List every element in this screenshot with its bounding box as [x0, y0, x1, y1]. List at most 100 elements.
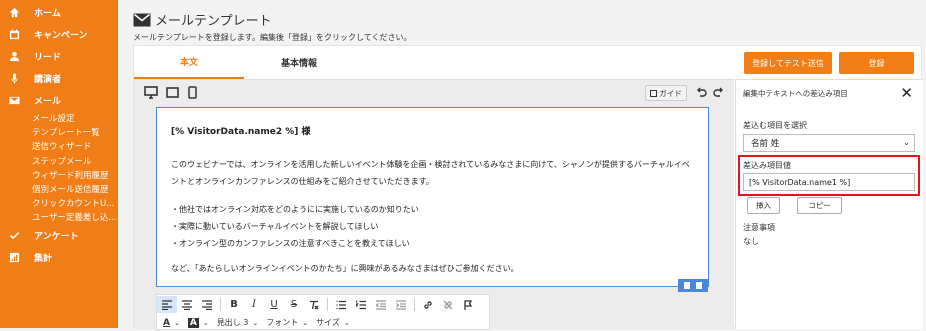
- mail-title-icon: [133, 13, 151, 26]
- undo-icon[interactable]: [694, 85, 708, 99]
- body-paragraph-line-1: このウェビナーでは、オンラインを活用した新しいイベント体験を企画・検討されている…: [171, 160, 690, 169]
- chart-icon: [8, 252, 20, 264]
- panel-title: 編集中テキストへの差込み項目: [743, 89, 848, 98]
- format-dropdown-row: A ⌄ A ⌄ 見出し 3 ⌄ フォント ⌄ サイズ ⌄: [157, 314, 350, 331]
- tablet-view-icon[interactable]: [165, 85, 179, 99]
- nav-survey-label: アンケート: [34, 232, 79, 242]
- notes-label: 注意事項: [743, 223, 775, 232]
- nav-home[interactable]: ホーム: [0, 1, 118, 23]
- chevron-down-icon: ⌄: [903, 138, 910, 147]
- guide-checkbox-icon: [650, 89, 658, 97]
- block-action-badge[interactable]: [678, 279, 708, 292]
- merge-value-field[interactable]: [% VisitorData.name1 %]: [743, 173, 915, 191]
- heading-dropdown[interactable]: 見出し 3 ⌄: [217, 317, 259, 328]
- page-title-text: メールテンプレート: [155, 14, 272, 29]
- toolbar-divider: [414, 298, 415, 311]
- chevron-down-icon: ⌄: [252, 318, 259, 327]
- bold-icon[interactable]: B: [224, 296, 244, 313]
- salutation-text: [% VisitorData.name2 %] 様: [171, 127, 311, 137]
- template-card: 本文 基本情報 登録してテスト送信 登録 ガイド [% VisitorData.…: [133, 45, 923, 330]
- nav-lead[interactable]: リード: [0, 45, 118, 67]
- mail-subnav: メール設定 テンプレート一覧 送信ウィザード ステップメール ウィザード利用履歴…: [0, 111, 118, 225]
- merge-field-select-value: 名前 姓: [751, 139, 780, 149]
- format-toolbar: B I U S A ⌄ A ⌄ 見出し 3 ⌄ フォント ⌄ サイズ ⌄: [156, 294, 490, 330]
- mic-icon: [8, 72, 20, 84]
- outdent-icon[interactable]: [371, 296, 391, 313]
- copy-block-icon[interactable]: [684, 282, 690, 289]
- select-field-label: 差込む項目を選択: [743, 121, 807, 130]
- merge-value-label: 差込み項目値: [743, 161, 791, 170]
- nav-report-label: 集計: [34, 254, 53, 264]
- mobile-view-icon[interactable]: [185, 85, 199, 99]
- delete-block-icon[interactable]: [696, 282, 702, 289]
- nav-lead-label: リード: [34, 52, 62, 63]
- anchor-flag-icon[interactable]: [458, 296, 478, 313]
- subnav-individual-history[interactable]: 個別メール送信履歴: [32, 182, 118, 196]
- chevron-down-icon: ⌄: [302, 318, 309, 327]
- guide-label: ガイド: [659, 88, 682, 98]
- background-color-dropdown[interactable]: A ⌄: [187, 317, 209, 328]
- toolbar-divider: [220, 298, 221, 311]
- merge-field-panel: 編集中テキストへの差込み項目 ✕ 差込む項目を選択 名前 姓 ⌄ 差込み項目値 …: [735, 79, 923, 329]
- numbered-list-icon[interactable]: [351, 296, 371, 313]
- bulleted-list-icon[interactable]: [331, 296, 351, 313]
- subnav-user-defined[interactable]: ユーザー定義差し込...: [32, 210, 118, 224]
- tab-bar: 本文 基本情報: [134, 46, 354, 79]
- calendar-icon: [8, 28, 20, 40]
- nav-speaker-label: 講演者: [34, 74, 62, 85]
- link-icon[interactable]: [418, 296, 438, 313]
- nav-report[interactable]: 集計: [0, 247, 118, 269]
- font-dropdown[interactable]: フォント ⌄: [266, 317, 308, 328]
- nav-campaign[interactable]: キャンペーン: [0, 23, 118, 45]
- person-icon: [8, 50, 20, 62]
- align-right-icon[interactable]: [197, 296, 217, 313]
- heading-dropdown-label: 見出し 3: [216, 318, 249, 327]
- nav-mail[interactable]: メール: [0, 89, 118, 111]
- guide-button[interactable]: ガイド: [645, 85, 687, 101]
- subnav-send-wizard[interactable]: 送信ウィザード: [32, 139, 118, 153]
- align-center-icon[interactable]: [177, 296, 197, 313]
- subnav-template-list[interactable]: テンプレート一覧: [32, 125, 118, 139]
- insert-button[interactable]: 挿入: [747, 197, 780, 214]
- editor-area: ガイド [% VisitorData.name2 %] 様 このウェビナーでは、…: [134, 79, 734, 330]
- register-and-test-send-button[interactable]: 登録してテスト送信: [744, 52, 832, 74]
- background-color-icon: A: [187, 317, 199, 328]
- underline-icon[interactable]: U: [264, 296, 284, 313]
- nav-speaker[interactable]: 講演者: [0, 67, 118, 89]
- merge-field-select[interactable]: 名前 姓 ⌄: [743, 134, 915, 152]
- tab-body[interactable]: 本文: [134, 46, 244, 79]
- subnav-step-mail[interactable]: ステップメール: [32, 154, 118, 168]
- page-title: メールテンプレート: [133, 10, 411, 29]
- redo-icon[interactable]: [712, 85, 726, 99]
- subnav-click-count[interactable]: クリックカウントU...: [32, 196, 118, 210]
- clear-format-icon[interactable]: [304, 296, 324, 313]
- chevron-down-icon: ⌄: [173, 318, 180, 327]
- copy-button[interactable]: コピー: [797, 197, 842, 214]
- body-paragraph-line-2: ントとオンラインカンファレンスの仕組みをご紹介させていただきます。: [171, 177, 434, 186]
- text-color-dropdown[interactable]: A ⌄: [163, 318, 180, 328]
- subnav-wizard-history[interactable]: ウィザード利用履歴: [32, 168, 118, 182]
- indent-icon[interactable]: [391, 296, 411, 313]
- register-button[interactable]: 登録: [839, 52, 914, 74]
- toolbar-divider: [327, 298, 328, 311]
- size-dropdown[interactable]: サイズ ⌄: [316, 317, 350, 328]
- tab-basic-info[interactable]: 基本情報: [244, 46, 354, 79]
- nav-survey[interactable]: アンケート: [0, 225, 118, 247]
- close-icon[interactable]: ✕: [900, 84, 913, 102]
- editor-topbar: ガイド: [134, 80, 734, 106]
- page-header: メールテンプレート メールテンプレートを登録します。編集後「登録」をクリックして…: [133, 10, 411, 43]
- desktop-view-icon[interactable]: [144, 85, 158, 99]
- nav-mail-label: メール: [34, 96, 62, 107]
- email-body-document[interactable]: [% VisitorData.name2 %] 様 このウェビナーでは、オンライ…: [156, 107, 709, 292]
- strikethrough-icon[interactable]: S: [284, 296, 304, 313]
- notes-value: なし: [743, 237, 759, 246]
- align-left-icon[interactable]: [157, 296, 177, 313]
- nav-campaign-label: キャンペーン: [34, 30, 88, 41]
- closing-paragraph: など、「あたらしいオンラインイベントのかたち」に興味があるみなさまはぜひご参加く…: [171, 264, 519, 273]
- italic-icon[interactable]: I: [244, 296, 264, 313]
- unlink-icon[interactable]: [438, 296, 458, 313]
- chevron-down-icon: ⌄: [343, 318, 350, 327]
- chevron-down-icon: ⌄: [202, 318, 209, 327]
- check-icon: [8, 230, 20, 242]
- subnav-mail-settings[interactable]: メール設定: [32, 111, 118, 125]
